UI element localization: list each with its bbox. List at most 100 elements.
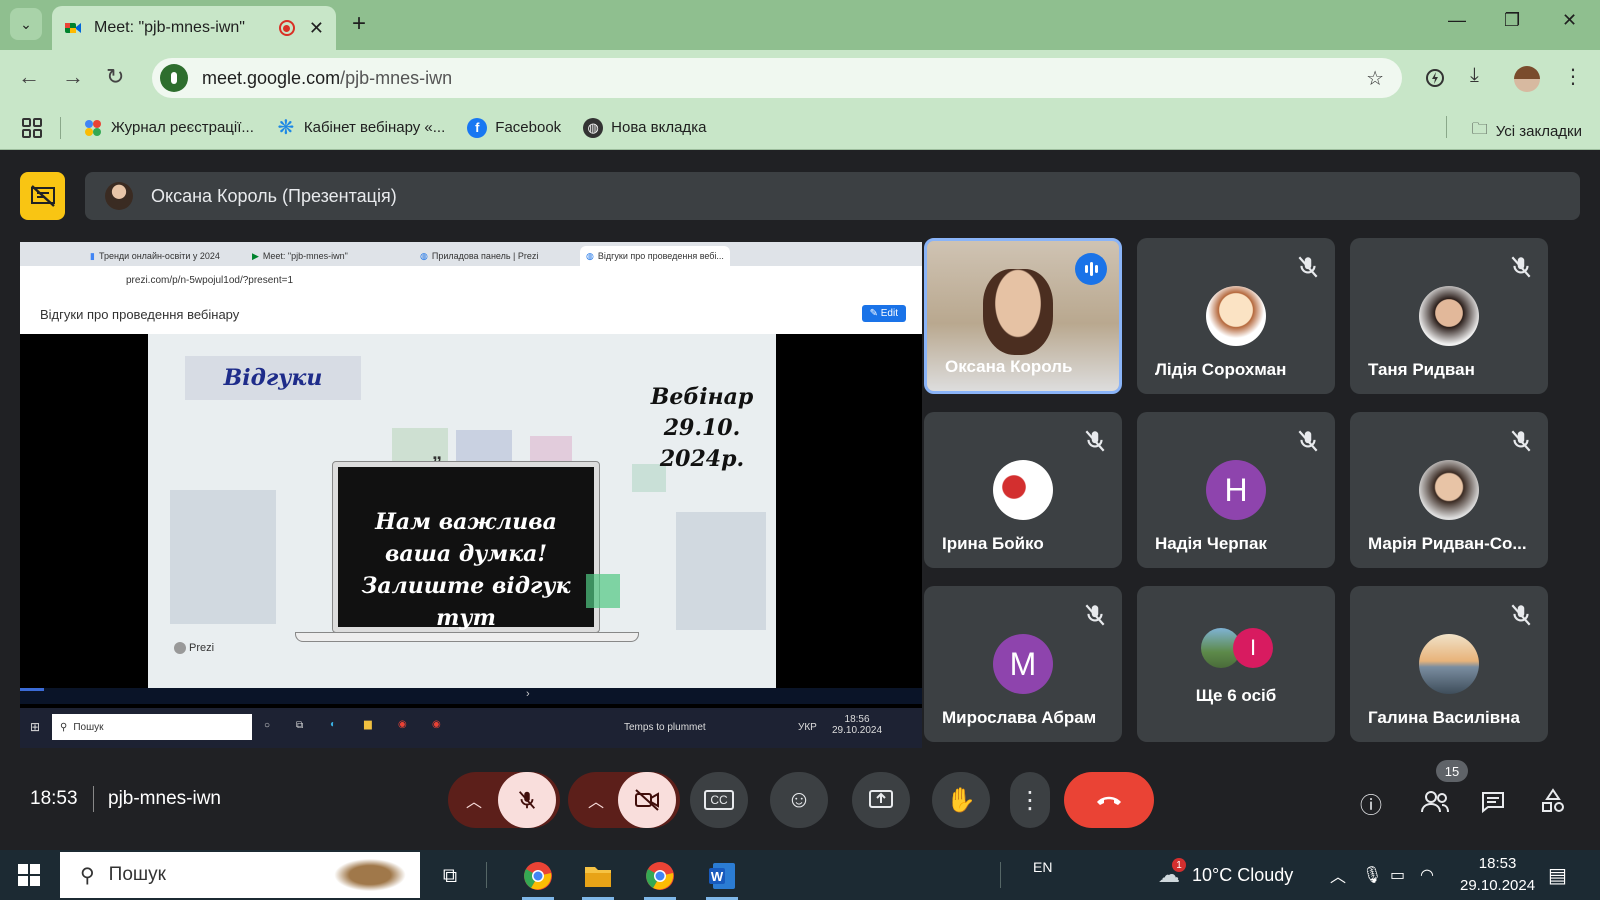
participant-tile[interactable]: Марія Ридван-Со...	[1350, 412, 1548, 568]
apps-grid-icon[interactable]	[22, 117, 42, 138]
participant-name: Ірина Бойко	[942, 534, 1044, 553]
url-path: /pjb-mnes-iwn	[340, 67, 453, 88]
back-button[interactable]: ←	[18, 64, 40, 90]
file-explorer-icon[interactable]	[578, 856, 618, 900]
shared-date: 29.10.2024	[832, 725, 883, 736]
participant-tile[interactable]: Оксана Король	[924, 238, 1122, 394]
mic-toggle-button[interactable]	[498, 772, 556, 828]
more-options-button[interactable]: ⋮	[1010, 772, 1050, 828]
raise-hand-button[interactable]: ✋	[932, 772, 990, 828]
browser-tab-meet[interactable]: Meet: "pjb-mnes-iwn" ✕	[52, 6, 336, 50]
address-bar[interactable]: meet.google.com/pjb-mnes-iwn ☆	[152, 58, 1402, 98]
new-tab-button[interactable]: +	[352, 10, 366, 38]
chrome-taskbar-icon[interactable]	[518, 856, 558, 900]
notifications-icon[interactable]: ▤	[1548, 850, 1567, 900]
bookmark-facebook[interactable]: f Facebook	[467, 117, 561, 138]
system-clock[interactable]: 18:53 29.10.2024	[1460, 850, 1535, 900]
bookmark-webinar-cabinet[interactable]: ❋ Кабінет вебінару «...	[276, 117, 446, 139]
windows-taskbar: ⚲ Пошук ⧉ W EN ☁ 1 10°C Cloudy ︿ 🎙 ▭ ◠ 18…	[0, 850, 1600, 900]
present-button[interactable]	[852, 772, 910, 828]
webinar-line: Вебінар	[650, 384, 754, 410]
wifi-icon[interactable]: ◠	[1420, 850, 1434, 900]
shared-clock: 18:56 29.10.2024	[832, 714, 882, 736]
end-call-button[interactable]	[1064, 772, 1154, 828]
reload-button[interactable]: ↻	[106, 64, 124, 90]
browser-menu-icon[interactable]: ⋮	[1563, 64, 1583, 89]
all-bookmarks-button[interactable]: 🗀 Усі закладки	[1472, 118, 1582, 145]
participant-tile[interactable]: Таня Ридван	[1350, 238, 1548, 394]
battery-icon[interactable]: ▭	[1390, 850, 1405, 900]
mic-off-icon	[1085, 604, 1105, 626]
camera-toggle-button[interactable]	[618, 772, 676, 828]
activities-icon[interactable]	[1540, 788, 1566, 814]
restore-button[interactable]: ❐	[1504, 10, 1520, 31]
shared-tab: ▮ Тренди онлайн-освіти у 2024	[90, 246, 220, 266]
bookmark-registration[interactable]: Журнал реєстрації...	[83, 118, 254, 138]
prezi-edit-button: ✎ Edit	[861, 305, 906, 322]
meeting-info-icon[interactable]: ⓘ	[1360, 788, 1382, 820]
participant-initial: Н	[1206, 460, 1266, 520]
browser-toolbar: ← → ↻ meet.google.com/pjb-mnes-iwn ☆ ⤓ ⋮	[0, 50, 1600, 106]
slide-decoration	[676, 512, 766, 630]
bookmark-star-icon[interactable]: ☆	[1366, 66, 1384, 91]
shared-progress-bar: ›	[20, 688, 922, 704]
profile-avatar[interactable]	[1514, 66, 1540, 92]
participant-avatar	[993, 460, 1053, 520]
progress-fill	[20, 688, 44, 691]
participant-tile[interactable]: Галина Василівна	[1350, 586, 1548, 742]
task-view-icon[interactable]: ⧉	[430, 856, 470, 896]
laptop-line: Нам важлива	[375, 509, 557, 535]
search-highlight-owl-icon	[328, 856, 412, 894]
captions-button[interactable]: CC	[690, 772, 748, 828]
download-icon[interactable]: ⤓	[1470, 64, 1479, 87]
mic-in-use-icon[interactable]	[160, 64, 188, 92]
language-indicator[interactable]: EN	[1033, 842, 1052, 892]
reactions-button[interactable]: ☺	[770, 772, 828, 828]
chevron-up-icon[interactable]: ︿	[588, 788, 604, 812]
participant-tile[interactable]: М Мирослава Абрам	[924, 586, 1122, 742]
more-participants-tile[interactable]: І Ще 6 осіб	[1137, 586, 1335, 742]
close-window-button[interactable]: ✕	[1562, 10, 1577, 31]
prezi-slide: Відгуки Вебінар 29.10. 2024р. „ Нам важл…	[148, 334, 776, 688]
bookmarks-bar: Журнал реєстрації... ❋ Кабінет вебінару …	[0, 106, 1600, 150]
chevron-up-icon[interactable]: ︿	[466, 788, 482, 812]
people-icon[interactable]	[1420, 790, 1450, 814]
extension-icon[interactable]	[1425, 68, 1445, 88]
shared-browser-tabs: ▮ Тренди онлайн-освіти у 2024 ▶ Meet: "pjb…	[20, 242, 922, 266]
slide-webinar-date: Вебінар 29.10. 2024р.	[642, 382, 762, 475]
participant-avatar	[1419, 634, 1479, 694]
meeting-code: pjb-mnes-iwn	[108, 788, 221, 809]
chat-icon[interactable]	[1480, 790, 1506, 814]
presentation-bar: Оксана Король (Презентація)	[20, 172, 1580, 220]
forward-button[interactable]: →	[62, 64, 84, 90]
tab-search-button[interactable]: ⌄	[10, 8, 42, 40]
bookmark-new-tab[interactable]: ◍ Нова вкладка	[583, 117, 706, 138]
participant-name: Надія Черпак	[1155, 534, 1267, 553]
windows-search-box[interactable]: ⚲ Пошук	[60, 852, 420, 898]
shared-address-bar: prezi.com/p/n-5wpojul1od/?present=1	[20, 266, 922, 294]
divider	[93, 786, 94, 812]
windows-logo-icon: ⊞	[30, 720, 41, 734]
windows-start-icon[interactable]	[18, 864, 40, 886]
participant-tile[interactable]: Ірина Бойко	[924, 412, 1122, 568]
mic-off-icon	[1298, 430, 1318, 452]
svg-text:W: W	[711, 869, 724, 884]
colorful-grid-icon	[83, 118, 103, 138]
shared-tab: ▶ Meet: "pjb-mnes-iwn"	[252, 246, 348, 266]
search-icon: ⚲	[80, 864, 95, 887]
participant-tile[interactable]: Н Надія Черпак	[1137, 412, 1335, 568]
participant-initial: М	[993, 634, 1053, 694]
participant-tile[interactable]: Лідія Сорохман	[1137, 238, 1335, 394]
snowflake-icon: ❋	[277, 117, 295, 139]
shared-page-header: Відгуки про проведення вебінару ✎ Edit	[20, 294, 922, 334]
stop-presenting-icon[interactable]	[20, 172, 65, 220]
tab-close-icon[interactable]: ✕	[309, 18, 324, 39]
shared-tab-label: Тренди онлайн-освіти у 2024	[98, 251, 220, 261]
chrome-taskbar-icon[interactable]	[640, 856, 680, 900]
microphone-icon[interactable]: 🎙	[1362, 850, 1382, 900]
weather-widget[interactable]: ☁ 1 10°C Cloudy	[1158, 850, 1293, 900]
participant-name: Лідія Сорохман	[1155, 360, 1287, 379]
minimize-button[interactable]: —	[1448, 10, 1466, 31]
chevron-up-icon[interactable]: ︿	[1330, 850, 1346, 900]
word-icon[interactable]: W	[702, 856, 742, 900]
